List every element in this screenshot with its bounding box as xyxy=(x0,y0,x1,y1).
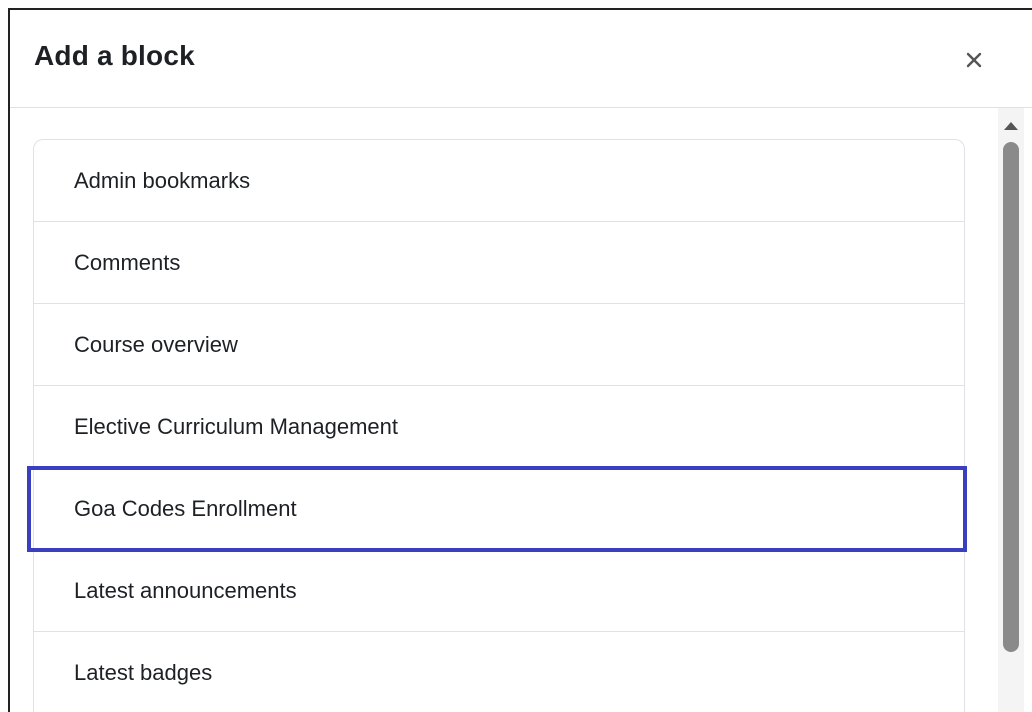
close-icon xyxy=(966,52,982,68)
vertical-scrollbar[interactable] xyxy=(998,108,1024,712)
block-item-course-overview[interactable]: Course overview xyxy=(34,304,964,386)
modal-header: Add a block xyxy=(10,10,1032,108)
modal-body: Admin bookmarks Comments Course overview… xyxy=(10,108,1032,712)
block-list: Admin bookmarks Comments Course overview… xyxy=(27,139,967,712)
block-item-latest-announcements[interactable]: Latest announcements xyxy=(34,550,964,632)
block-item-latest-badges[interactable]: Latest badges xyxy=(34,632,964,712)
block-item-admin-bookmarks[interactable]: Admin bookmarks xyxy=(34,140,964,222)
modal-title: Add a block xyxy=(34,40,195,71)
block-item-elective-curriculum-management[interactable]: Elective Curriculum Management xyxy=(34,386,964,468)
scroll-thumb[interactable] xyxy=(1003,142,1019,652)
block-item-goa-codes-enrollment[interactable]: Goa Codes Enrollment xyxy=(27,466,967,552)
scroll-up-arrow-icon[interactable] xyxy=(1004,122,1018,130)
add-block-modal: Add a block Admin bookmarks Comments Cou… xyxy=(8,8,1032,712)
close-button[interactable] xyxy=(954,40,994,80)
block-item-comments[interactable]: Comments xyxy=(34,222,964,304)
